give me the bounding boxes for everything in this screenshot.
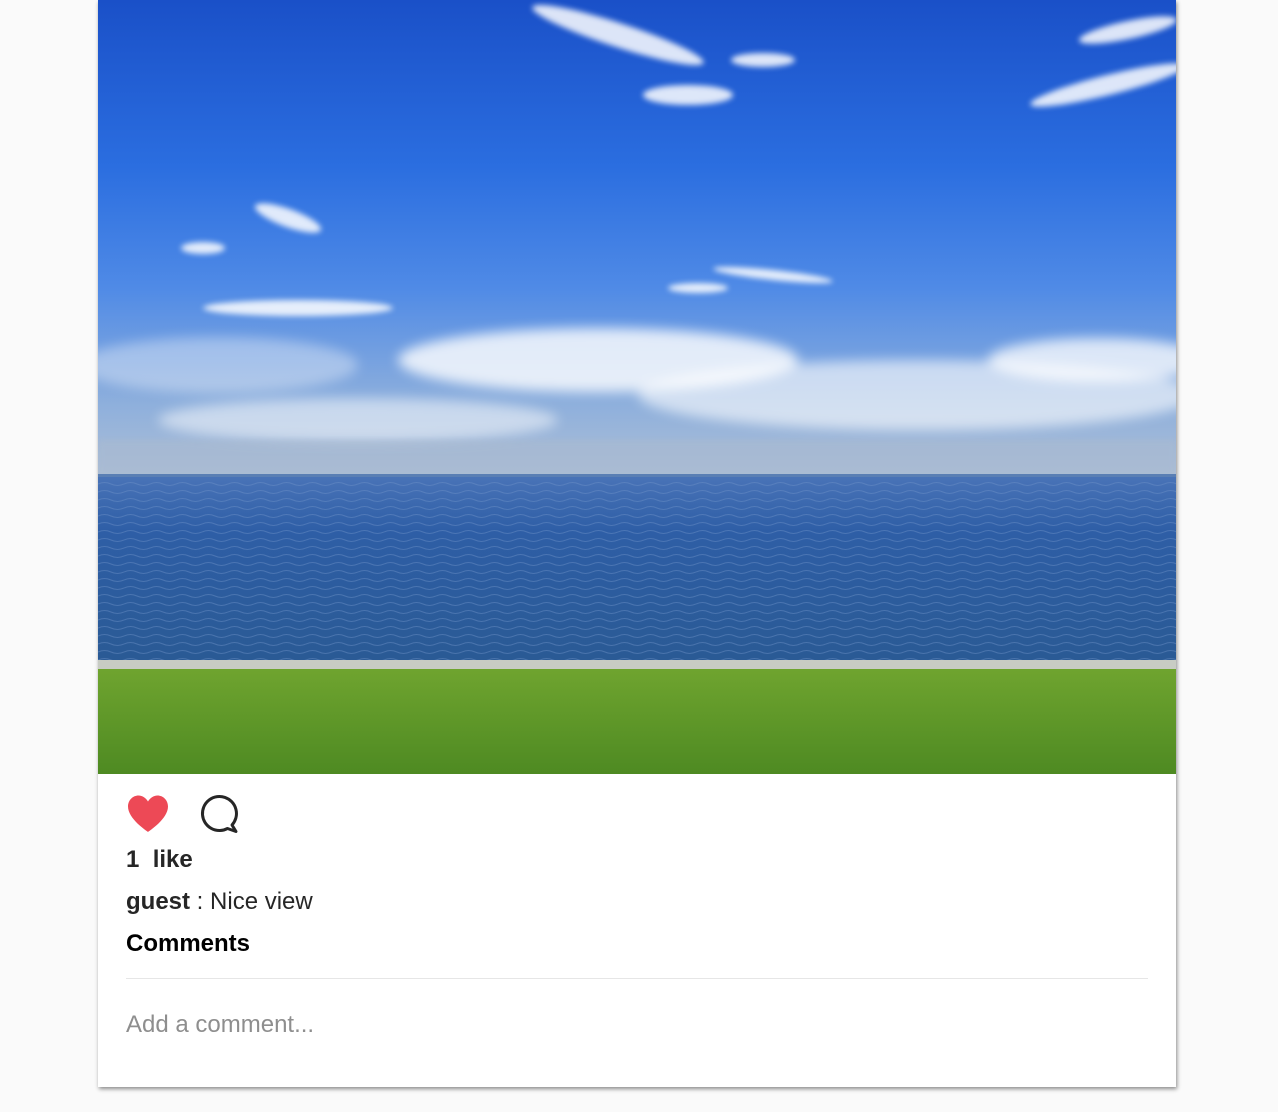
add-comment-input[interactable]: [126, 1004, 1126, 1046]
caption-username[interactable]: guest: [126, 888, 190, 915]
speech-bubble-icon: [201, 795, 238, 833]
post-actions: [126, 793, 242, 835]
divider: [126, 978, 1148, 979]
comment-button[interactable]: [198, 793, 242, 835]
like-count: 1 like: [126, 846, 193, 874]
post-card: 1 like guest : Nice view Comments: [98, 0, 1176, 1087]
like-count-number: 1: [126, 846, 140, 873]
like-count-label: like: [152, 846, 193, 873]
caption-text: Nice view: [210, 888, 313, 915]
post-photo[interactable]: [98, 0, 1176, 774]
like-button[interactable]: [126, 793, 170, 835]
post-caption: guest : Nice view: [126, 888, 313, 916]
comments-heading: Comments: [126, 930, 251, 957]
heart-icon: [128, 795, 168, 832]
caption-separator: :: [190, 888, 211, 915]
